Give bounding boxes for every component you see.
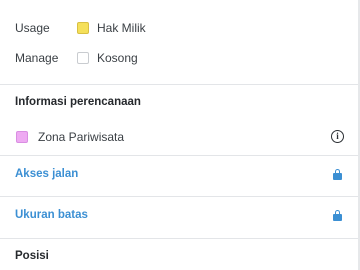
planning-section-title: Informasi perencanaan — [15, 96, 141, 108]
usage-color-swatch — [77, 22, 89, 34]
usage-label: Usage — [15, 21, 50, 35]
zone-color-swatch — [16, 131, 28, 143]
manage-value: Kosong — [97, 51, 138, 65]
parcel-info-panel: Usage Hak Milik Manage Kosong Informasi … — [0, 0, 358, 270]
boundary-size-row[interactable]: Ukuran batas — [0, 207, 358, 227]
road-access-link[interactable]: Akses jalan — [15, 168, 78, 180]
lock-icon — [333, 210, 342, 221]
road-access-row[interactable]: Akses jalan — [0, 166, 358, 186]
zone-row[interactable]: Zona Pariwisata i — [0, 127, 358, 147]
manage-label: Manage — [15, 51, 59, 65]
divider — [0, 155, 358, 156]
divider — [0, 238, 358, 239]
manage-color-swatch — [77, 52, 89, 64]
zone-label: Zona Pariwisata — [38, 130, 125, 144]
boundary-size-link[interactable]: Ukuran batas — [15, 209, 88, 221]
usage-value: Hak Milik — [97, 21, 146, 35]
manage-row: Manage Kosong — [0, 48, 358, 68]
position-section-title: Posisi — [15, 250, 49, 262]
divider — [0, 84, 358, 85]
info-icon[interactable]: i — [331, 130, 344, 143]
usage-row: Usage Hak Milik — [0, 18, 358, 38]
divider — [0, 196, 358, 197]
lock-icon — [333, 169, 342, 180]
